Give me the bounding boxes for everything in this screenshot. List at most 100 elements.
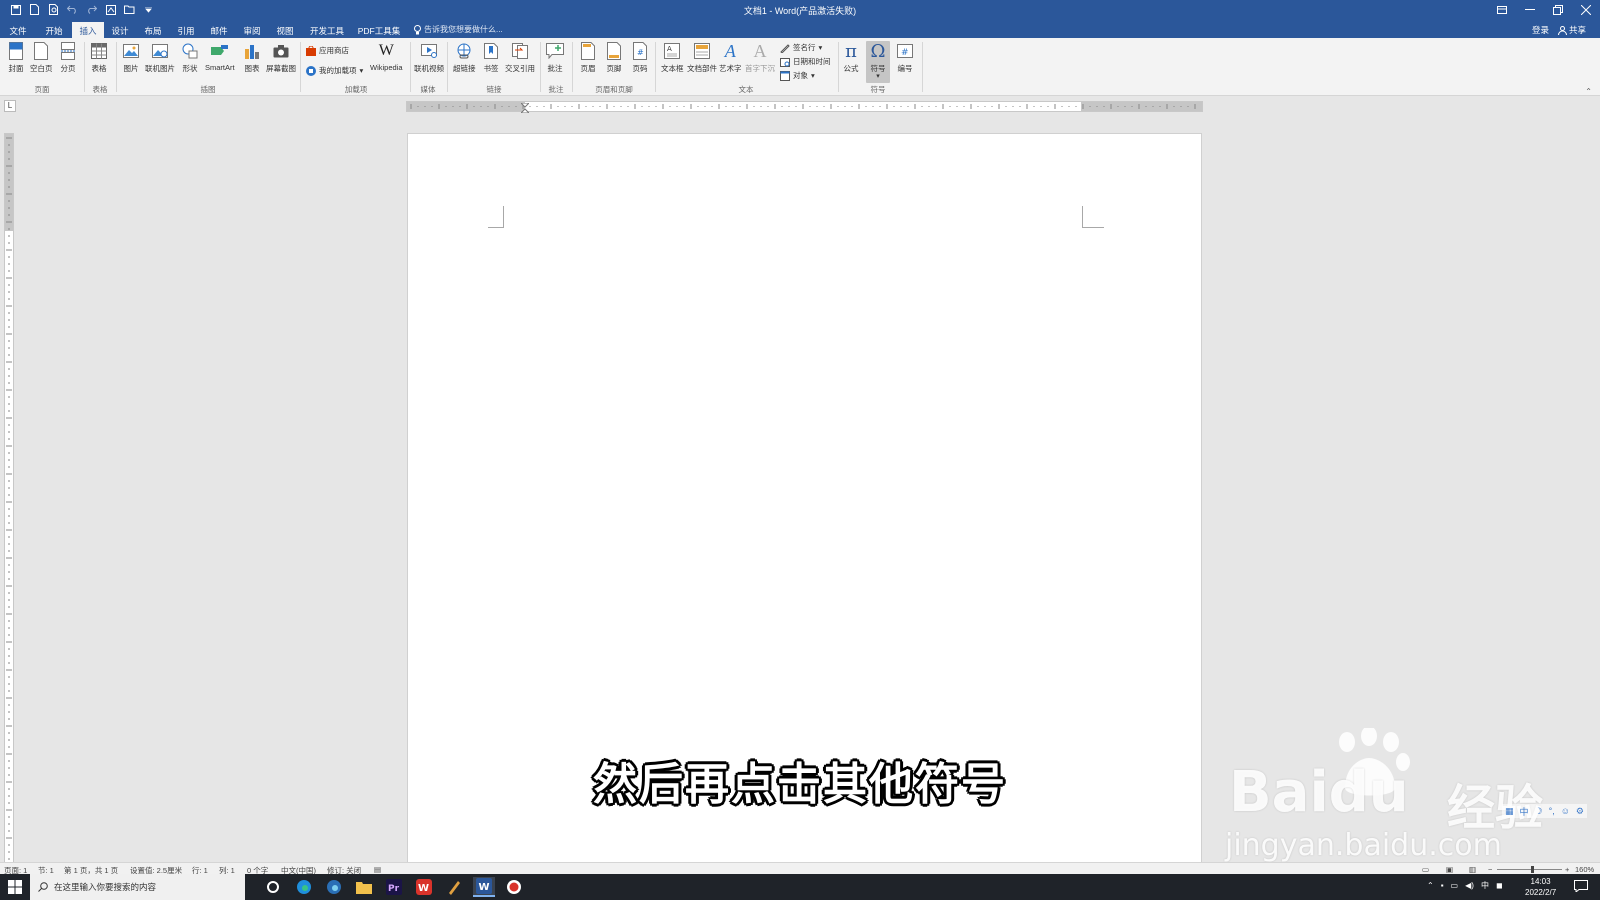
chart-button[interactable]: 图表 [243,41,261,74]
tab-pdf-tools[interactable]: PDF工具集 [356,22,402,38]
edge-icon[interactable] [293,877,315,897]
group-addins-label: 加载项 [344,85,368,94]
hyperlink-button[interactable]: 超链接 [453,41,476,74]
svg-text:Pr: Pr [388,884,400,894]
indent-marker-icon[interactable] [521,103,529,113]
tab-references[interactable]: 引用 [174,22,198,38]
smartart-button[interactable]: SmartArt [205,41,235,72]
object-button[interactable]: 对象 ▾ [780,70,815,81]
tab-developer[interactable]: 开发工具 [308,22,346,38]
cortana-icon[interactable] [262,877,284,897]
print-layout-icon[interactable]: ▣ [1446,865,1453,874]
macro-record-icon[interactable]: ▤ [374,865,381,874]
online-picture-label: 联机图片 [145,64,175,73]
datetime-button[interactable]: 日期和时间 [780,56,831,67]
tell-me-search[interactable]: 告诉我您想要做什么... [414,24,503,35]
page-number-label: 页码 [632,64,648,73]
page-break-button[interactable]: 分页 [59,41,77,74]
network-icon[interactable]: ▭ [1451,881,1459,890]
tab-mailings[interactable]: 邮件 [207,22,231,38]
dropcap-icon: A [753,40,767,61]
collapse-ribbon-icon[interactable]: ⌃ [1585,87,1592,96]
taskbar-search[interactable]: 在这里输入你要搜索的内容 [30,874,245,900]
tab-home[interactable]: 开始 [42,22,66,38]
volume-icon[interactable]: ◀) [1465,881,1474,890]
system-tray: ⌃ ▪ ▭ ◀) 中 ◼ [1427,880,1503,891]
screenshot-button[interactable]: 屏幕截图 [266,41,296,74]
zoom-slider[interactable] [1497,866,1562,873]
ime-mode[interactable]: 中 [1520,805,1529,818]
zoom-slider-thumb[interactable] [1531,866,1534,873]
tab-layout[interactable]: 布局 [141,22,165,38]
wikipedia-button[interactable]: W Wikipedia [370,41,403,72]
tab-review[interactable]: 审阅 [240,22,264,38]
close-icon[interactable] [1572,0,1600,20]
dropcap-button[interactable]: A 首字下沉 [745,41,775,74]
cover-page-button[interactable]: 封面 [7,41,25,74]
textbox-button[interactable]: A 文本框 [661,41,684,74]
number-button[interactable]: # 编号 [896,41,914,74]
tray-security-icon[interactable]: ◼ [1496,881,1503,890]
symbol-button[interactable]: Ω 符号 ▾ [866,41,890,83]
taskbar-clock[interactable]: 14:03 2022/2/7 [1525,876,1556,898]
share-button[interactable]: 共享 [1558,24,1586,36]
equation-button[interactable]: π 公式 [842,41,860,74]
bookmark-button[interactable]: 书签 [482,41,500,74]
comment-button[interactable]: 批注 [546,41,564,74]
ime-punct-icon[interactable]: °, [1549,806,1555,816]
edge-beta-icon[interactable] [323,877,345,897]
notification-icon[interactable] [1574,880,1588,894]
ribbon-display-options-icon[interactable] [1488,0,1516,20]
picture-button[interactable]: 图片 [122,41,140,74]
footer-icon [605,41,623,61]
tab-file[interactable]: 文件 [6,22,30,38]
tray-expand-icon[interactable]: ⌃ [1427,881,1434,890]
ime-grid-icon[interactable]: ▦ [1505,806,1514,817]
horizontal-ruler[interactable] [406,101,1203,113]
ime-emoji-icon[interactable]: ☺ [1561,806,1570,816]
group-media-label: 媒体 [420,85,436,94]
online-video-button[interactable]: 联机视频 [414,41,444,74]
login-link[interactable]: 登录 [1532,24,1549,36]
store-button[interactable]: 应用商店 [306,45,349,56]
tab-insert[interactable]: 插入 [72,22,104,38]
ime-moon-icon[interactable]: ☽ [1535,806,1543,817]
tray-app-icon[interactable]: ▪ [1441,881,1444,890]
online-picture-icon [151,41,169,61]
zoom-out-icon[interactable]: − [1488,865,1492,874]
shapes-button[interactable]: 形状 [181,41,199,74]
footer-button[interactable]: 页脚 [605,41,623,74]
quick-parts-button[interactable]: 文档部件 [687,41,717,74]
signature-line-button[interactable]: 签名行 ▾ [780,42,822,53]
wps-icon[interactable]: W [413,877,435,897]
group-comments-label: 批注 [548,85,564,94]
tab-selector[interactable]: L [4,100,16,112]
premiere-icon[interactable]: Pr [383,877,405,897]
pen-app-icon[interactable] [443,877,465,897]
ime-settings-icon[interactable]: ⚙ [1576,806,1584,817]
blank-page-button[interactable]: 空白页 [30,41,53,74]
web-layout-icon[interactable]: ▥ [1469,865,1476,874]
wordart-button[interactable]: A 艺术字 [719,41,742,74]
svg-text:W: W [418,883,429,894]
screen-recorder-icon[interactable] [503,877,525,897]
my-addins-button[interactable]: 我的加载项 ▾ [306,65,363,76]
cross-reference-button[interactable]: 交叉引用 [505,41,535,74]
table-button[interactable]: 表格 [90,41,108,74]
restore-icon[interactable] [1544,0,1572,20]
word-icon[interactable]: W [473,877,495,897]
zoom-level[interactable]: 160% [1575,865,1594,874]
file-explorer-icon[interactable] [353,877,375,897]
windows-start-icon[interactable] [8,880,22,894]
online-picture-button[interactable]: 联机图片 [145,41,175,74]
minimize-icon[interactable] [1516,0,1544,20]
tab-design[interactable]: 设计 [108,22,132,38]
tab-view[interactable]: 视图 [273,22,297,38]
read-mode-icon[interactable]: ▭ [1422,865,1429,874]
group-illustrations-label: 插图 [200,85,216,94]
tray-ime[interactable]: 中 [1481,880,1489,891]
page-number-button[interactable]: # 页码 [631,41,649,74]
taskbar: 在这里输入你要搜索的内容 Pr W W ⌃ ▪ ▭ ◀) 中 ◼ 14:03 2… [0,874,1600,900]
header-button[interactable]: 页眉 [579,41,597,74]
zoom-in-icon[interactable]: + [1565,865,1569,874]
